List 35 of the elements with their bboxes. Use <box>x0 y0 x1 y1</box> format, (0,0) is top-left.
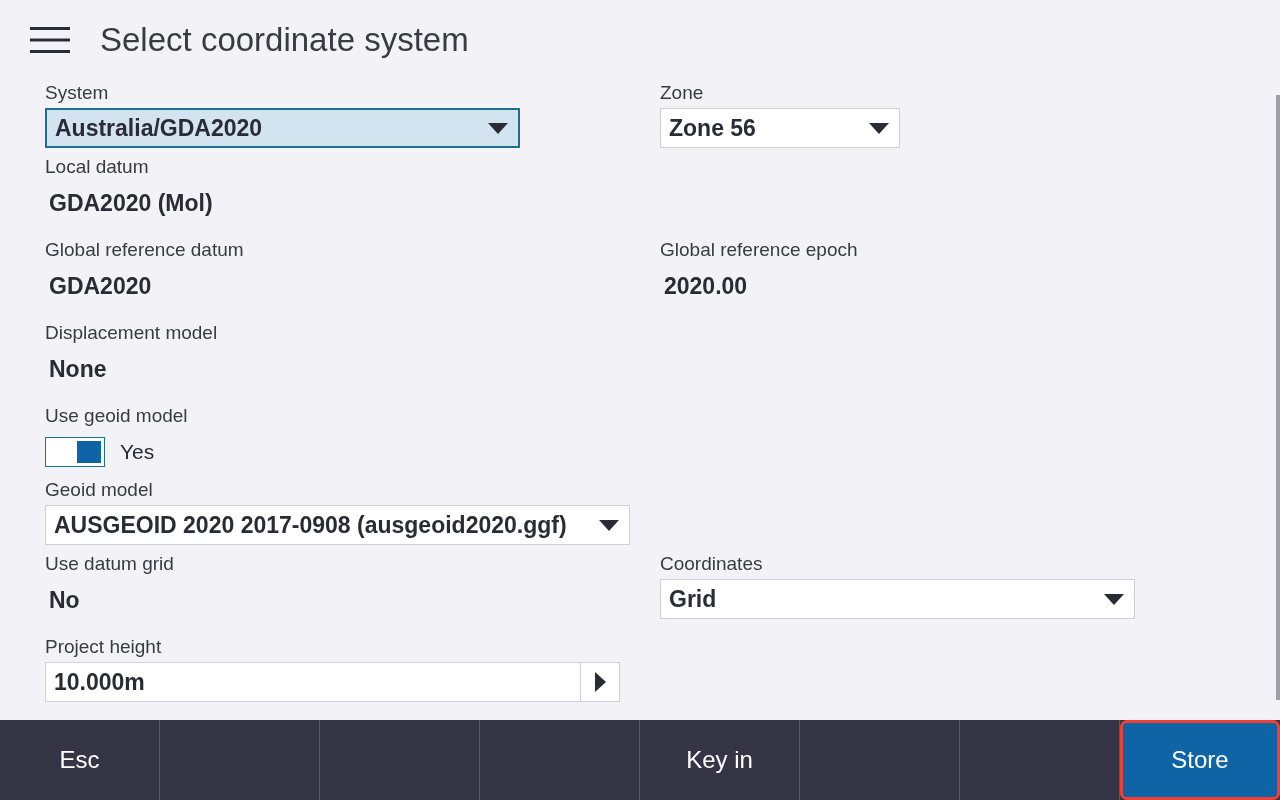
softkey[interactable]: Key in <box>640 720 800 800</box>
dropdown-caret-icon <box>599 519 619 531</box>
input-field[interactable]: 10.000m <box>45 662 580 702</box>
store-button[interactable]: Store <box>1123 723 1277 797</box>
dropdown-caret-icon <box>488 122 508 134</box>
field-label: Local datum <box>45 155 150 179</box>
menu-icon[interactable] <box>30 27 70 53</box>
field-value: GDA2020 <box>48 272 153 301</box>
dropdown[interactable]: Australia/GDA2020 <box>45 108 520 148</box>
dropdown-caret-icon <box>869 122 889 134</box>
scrollbar[interactable] <box>1276 95 1280 700</box>
field-label: Coordinates <box>660 552 764 576</box>
field-label: Use datum grid <box>45 552 175 576</box>
field-label: Geoid model <box>45 478 154 502</box>
field-value: None <box>48 355 108 384</box>
field-label: System <box>45 81 110 105</box>
field-label: Global reference epoch <box>660 238 859 262</box>
field-label: Zone <box>660 81 705 105</box>
softkey[interactable]: Esc <box>0 720 160 800</box>
dropdown[interactable]: Grid <box>660 579 1135 619</box>
field-label: Displacement model <box>45 321 219 345</box>
field-label: Project height <box>45 635 163 659</box>
dropdown-caret-icon <box>1104 593 1124 605</box>
field-value: 2020.00 <box>663 272 749 301</box>
arrow-button[interactable] <box>580 662 620 702</box>
field-value: GDA2020 (Mol) <box>48 189 214 218</box>
toggle-label: Yes <box>120 440 155 464</box>
field-label: Global reference datum <box>45 238 245 262</box>
page-title: Select coordinate system <box>100 21 469 59</box>
dropdown[interactable]: AUSGEOID 2020 2017-0908 (ausgeoid2020.ggf) <box>45 505 630 545</box>
field-label: Use geoid model <box>45 404 189 428</box>
toggle-switch[interactable] <box>45 437 105 467</box>
field-value: No <box>48 586 81 615</box>
dropdown[interactable]: Zone 56 <box>660 108 900 148</box>
right-triangle-icon <box>594 672 606 692</box>
